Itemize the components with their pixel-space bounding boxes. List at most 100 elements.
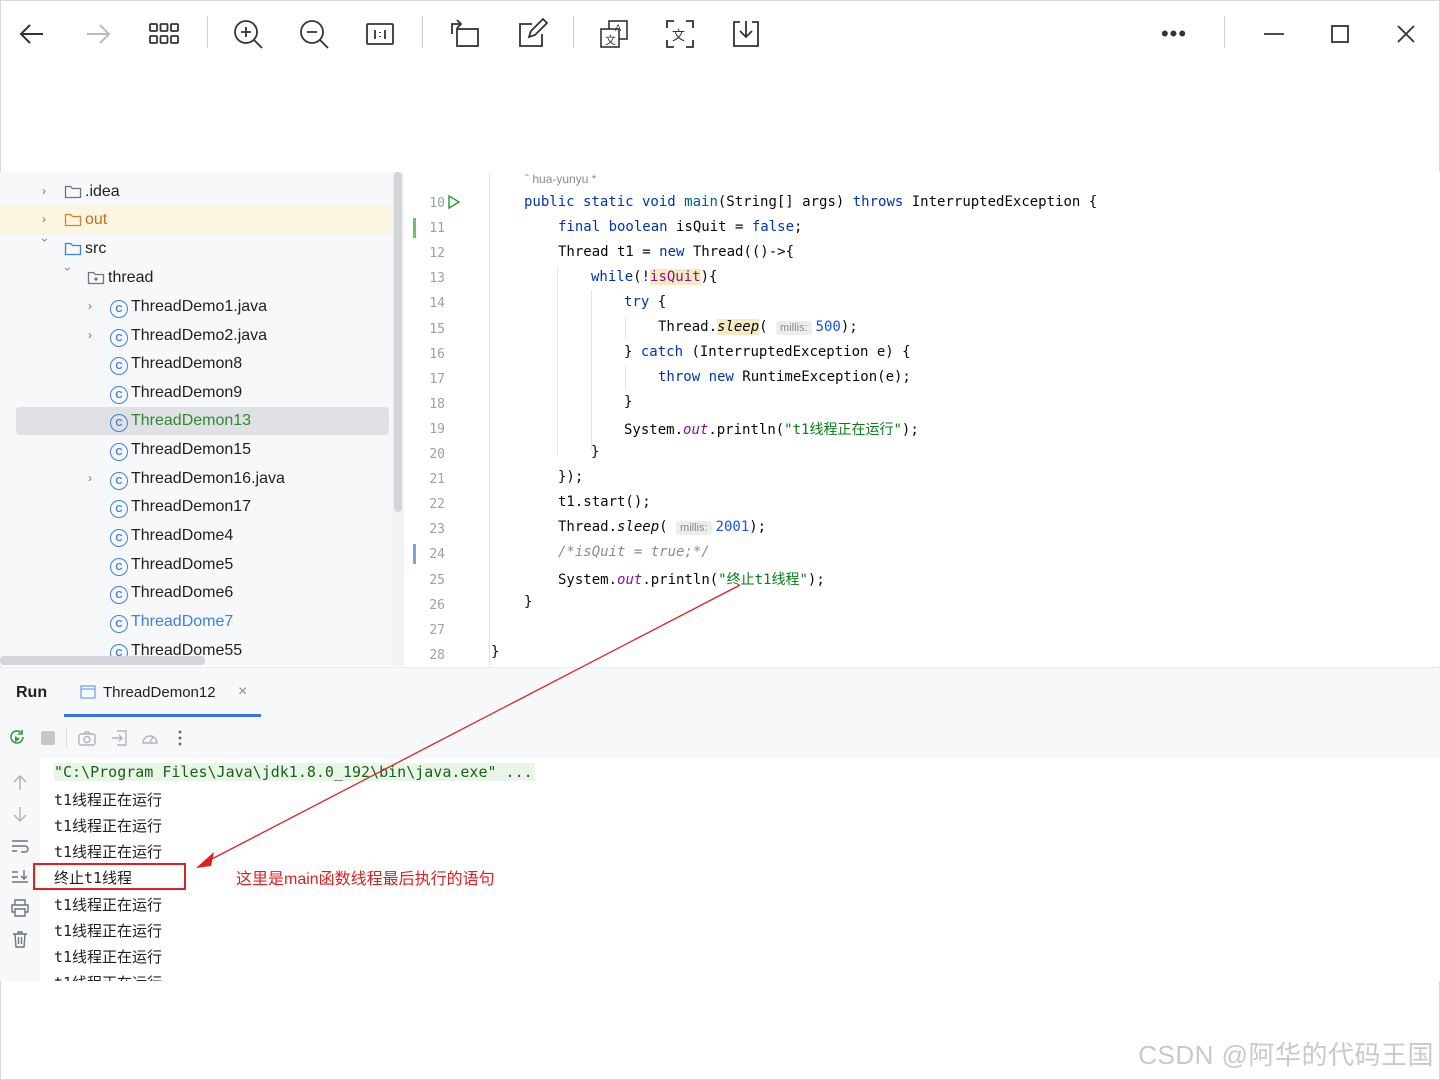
translate-icon[interactable]: 文A: [594, 14, 634, 54]
chevron-down-icon[interactable]: ›: [38, 238, 52, 248]
code-editor[interactable]: ˆ hua-yunyu * 10 11 12 13 14 15 16 17 18 19 20 21 22…: [405, 172, 1440, 666]
zoom-in-icon[interactable]: [228, 14, 268, 54]
tree-item-class[interactable]: C ThreadDome5: [0, 551, 392, 579]
tree-item-class[interactable]: › C ThreadDemo2.java: [0, 322, 392, 350]
line-number: 11: [429, 221, 445, 237]
camera-icon[interactable]: [77, 728, 97, 748]
minimize-icon[interactable]: [1254, 14, 1294, 54]
line-number: 10: [429, 196, 445, 211]
code-line-26: }: [524, 594, 533, 610]
chevron-right-icon[interactable]: ›: [88, 328, 98, 342]
code-line-25: System.out.println("终止t1线程");: [558, 572, 825, 588]
chevron-right-icon[interactable]: ›: [88, 471, 98, 485]
chevron-down-icon[interactable]: ›: [61, 267, 75, 277]
run-gutter-icon[interactable]: [447, 194, 461, 215]
run-tab[interactable]: ThreadDemon12 ×: [64, 668, 261, 718]
line-number: 13: [429, 271, 445, 287]
line-number: 15: [429, 321, 445, 337]
edit-icon[interactable]: [512, 14, 552, 54]
more-options-icon[interactable]: •••: [1154, 14, 1194, 54]
toolbar-separator: [1224, 16, 1225, 48]
run-title: Run: [16, 684, 48, 701]
svg-text:文: 文: [605, 33, 616, 47]
class-icon: C: [110, 329, 128, 347]
forward-arrow-icon[interactable]: [78, 14, 118, 54]
arrow-up-icon[interactable]: [10, 773, 30, 793]
tree-item-thread[interactable]: › thread: [0, 264, 392, 292]
chevron-right-icon[interactable]: ›: [42, 212, 52, 226]
profiler-icon[interactable]: [140, 728, 160, 748]
line-number: 12: [429, 246, 445, 262]
tree-item-class[interactable]: C ThreadDome7: [0, 608, 392, 636]
folder-icon: [64, 183, 82, 201]
class-icon: C: [110, 529, 128, 547]
print-icon[interactable]: [10, 898, 30, 918]
toolbar-separator: [66, 728, 67, 748]
chevron-right-icon[interactable]: ›: [88, 299, 98, 313]
download-icon[interactable]: [726, 14, 766, 54]
grid-view-icon[interactable]: [144, 14, 184, 54]
code-line-12: Thread t1 = new Thread(()->{: [558, 244, 795, 260]
code-line-24: /*isQuit = true;*/: [558, 544, 710, 560]
line-number: 19: [429, 421, 445, 437]
tree-item-label: src: [85, 240, 107, 257]
code-line-21: });: [558, 469, 584, 485]
tree-item-class[interactable]: C ThreadDome6: [0, 579, 392, 607]
console-line: t1线程正在运行: [54, 948, 163, 966]
scroll-to-end-icon[interactable]: [10, 867, 30, 887]
class-icon: C: [110, 300, 128, 318]
code-line-11: final boolean isQuit = false;: [558, 219, 803, 235]
code-line-23: Thread.sleep( millis: 2001);: [558, 519, 767, 535]
tree-item-class[interactable]: C ThreadDemon17: [0, 493, 392, 521]
run-toolbar: [0, 717, 1440, 760]
package-icon: [87, 269, 105, 287]
line-number: 24: [429, 547, 445, 563]
annotation-note: 这里是main函数线程最后执行的语句: [236, 871, 495, 888]
toolbar-separator: [573, 16, 574, 48]
tree-vertical-scrollbar[interactable]: [392, 172, 404, 666]
tree-horizontal-scrollbar[interactable]: [0, 656, 205, 665]
chevron-right-icon[interactable]: ›: [42, 184, 52, 198]
tree-item-class[interactable]: C ThreadDemon9: [0, 379, 392, 407]
toolbar-separator: [207, 16, 208, 48]
tree-item-class[interactable]: C ThreadDome4: [0, 522, 392, 550]
close-tab-icon[interactable]: ×: [238, 683, 247, 701]
vcs-change-marker: [413, 544, 416, 564]
code-line-17: throw new RuntimeException(e);: [658, 369, 911, 385]
tree-item-class[interactable]: C ThreadDemon15: [0, 436, 392, 464]
line-number: 17: [429, 371, 445, 387]
line-number: 20: [429, 447, 445, 462]
tree-item-class-selected[interactable]: C ThreadDemon13: [16, 407, 389, 435]
actual-size-icon[interactable]: [360, 14, 400, 54]
more-vertical-icon[interactable]: [170, 728, 190, 748]
maximize-icon[interactable]: [1320, 14, 1360, 54]
exit-icon[interactable]: [109, 728, 129, 748]
class-icon: C: [110, 443, 128, 461]
scrollbar-thumb[interactable]: [394, 172, 402, 512]
line-number: 28: [429, 647, 445, 663]
tree-item-label: ThreadDome4: [131, 527, 234, 544]
code-line-10: public static void main(String[] args) t…: [524, 194, 1098, 210]
class-icon: C: [110, 586, 128, 604]
tree-item-class[interactable]: C ThreadDemon8: [0, 350, 392, 378]
stop-icon[interactable]: [38, 728, 58, 748]
rerun-icon[interactable]: [7, 728, 27, 748]
tree-item-out[interactable]: › out: [0, 206, 392, 234]
tree-item-class[interactable]: › C ThreadDemo1.java: [0, 293, 392, 321]
soft-wrap-icon[interactable]: [10, 836, 30, 856]
back-arrow-icon[interactable]: [12, 14, 52, 54]
tree-item-idea[interactable]: › .idea: [0, 178, 392, 206]
arrow-down-icon[interactable]: [10, 804, 30, 824]
tree-item-label: ThreadDemon15: [131, 441, 252, 458]
class-icon: C: [110, 414, 128, 432]
zoom-out-icon[interactable]: [294, 14, 334, 54]
tree-item-src[interactable]: › src: [0, 235, 392, 263]
toolbar-separator: [422, 16, 423, 48]
trash-icon[interactable]: [10, 929, 30, 949]
console-line: t1线程正在运行: [54, 843, 163, 861]
rotate-icon[interactable]: [444, 14, 484, 54]
ocr-translate-icon[interactable]: 文: [660, 14, 700, 54]
console-line: t1线程正在运行: [54, 922, 163, 940]
tree-item-class[interactable]: › C ThreadDemon16.java: [0, 465, 392, 493]
close-icon[interactable]: [1386, 14, 1426, 54]
